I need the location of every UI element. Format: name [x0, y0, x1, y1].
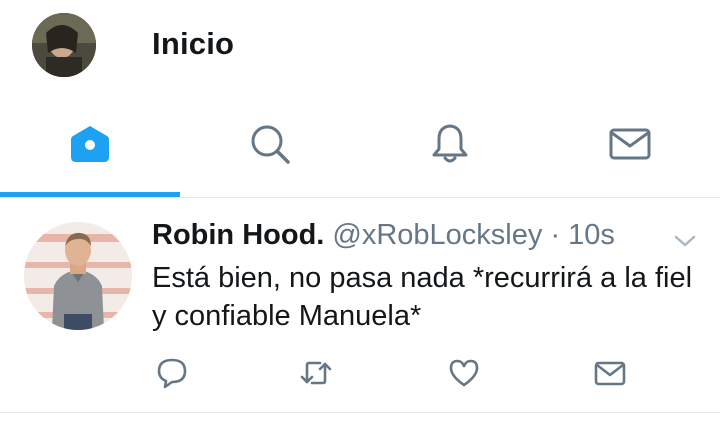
top-bar: Inicio [0, 0, 720, 92]
home-icon [71, 126, 109, 162]
reply-icon [157, 358, 187, 389]
header-separator: · [550, 219, 561, 251]
author-avatar[interactable] [24, 222, 132, 330]
author-name[interactable]: Robin Hood. [152, 219, 324, 251]
tab-bar [0, 92, 720, 198]
tab-search[interactable] [180, 92, 360, 196]
profile-avatar[interactable] [32, 13, 96, 77]
tweet-actions [152, 353, 652, 393]
like-button[interactable] [444, 353, 484, 393]
tweet-text: Está bien, no pasa nada *recurrirá a la … [152, 262, 693, 332]
envelope-icon [594, 361, 626, 386]
heart-icon [449, 359, 479, 387]
search-icon [251, 125, 290, 164]
mail-icon [609, 128, 651, 160]
retweet-icon [300, 361, 332, 385]
tab-home[interactable] [0, 92, 180, 196]
author-photo-icon [24, 222, 132, 330]
active-tab-indicator [0, 192, 180, 197]
tab-messages[interactable] [540, 92, 720, 196]
tab-notifications[interactable] [360, 92, 540, 196]
profile-photo-icon [32, 13, 96, 77]
tweet-card[interactable]: Robin Hood. @xRobLocksley · 10s Está bie… [0, 199, 720, 413]
tweet-menu-button[interactable] [672, 231, 698, 251]
direct-message-button[interactable] [590, 353, 630, 393]
bell-icon [432, 124, 468, 163]
tweet-timestamp[interactable]: 10s [568, 219, 615, 251]
reply-button[interactable] [152, 353, 192, 393]
chevron-down-icon [674, 235, 696, 247]
tweet-header: Robin Hood. @xRobLocksley · 10s [152, 219, 615, 252]
author-handle[interactable]: @xRobLocksley [332, 219, 542, 251]
page-title: Inicio [152, 26, 235, 61]
retweet-button[interactable] [296, 353, 336, 393]
